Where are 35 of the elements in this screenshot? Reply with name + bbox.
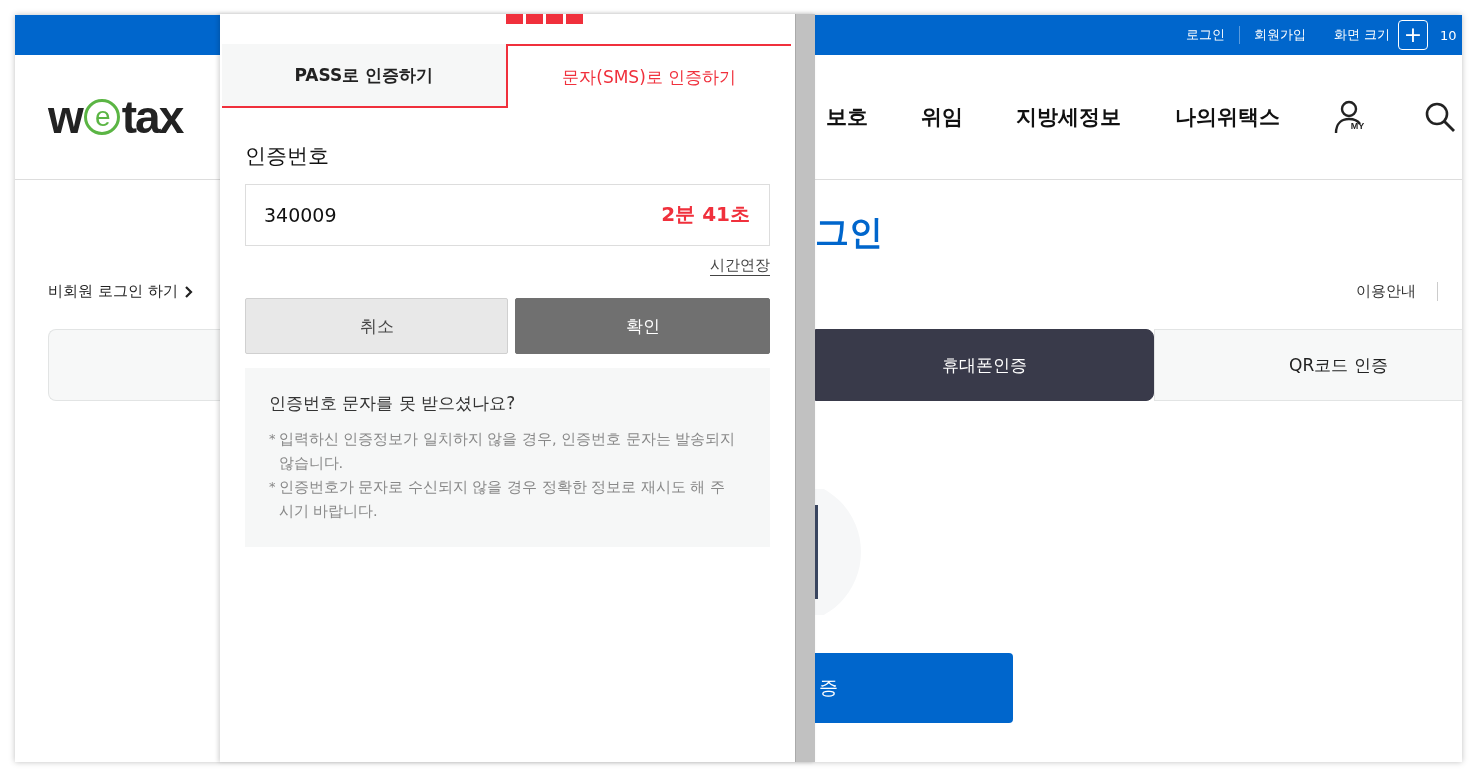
nav-item[interactable]: 보호 — [826, 103, 868, 131]
scrollbar[interactable] — [795, 14, 815, 762]
top-link[interactable]: 회원가입 — [1239, 26, 1320, 44]
my-label: MY — [1350, 121, 1365, 131]
auth-method-tab[interactable]: 문자(SMS)로 인증하기 — [505, 44, 791, 108]
nonmember-login-link[interactable]: 비회원 로그인 하기 — [48, 282, 193, 301]
nav-item[interactable]: 지방세정보 — [1016, 103, 1122, 131]
page-title: 그인 — [815, 211, 884, 254]
font-size-label: 화면 크기 — [1333, 26, 1390, 44]
chevron-right-icon — [183, 284, 193, 299]
guide-link[interactable]: 이용안내 — [1356, 282, 1438, 301]
help-note: 인증번호가 문자로 수신되지 않을 경우 정확한 정보로 재시도 해 주시기 바랍니다. — [278, 478, 726, 521]
auth-tab[interactable]: 휴대폰인증 — [815, 329, 1154, 401]
phone-auth-button[interactable]: 증 — [815, 653, 1013, 723]
cancel-button[interactable]: 취소 — [245, 298, 508, 354]
my-page-button[interactable]: MY — [1332, 99, 1371, 135]
wetax-logo[interactable]: w e tax — [48, 90, 220, 144]
auth-tab[interactable] — [48, 329, 220, 401]
auth-method-tab[interactable]: PASS로 인증하기 — [222, 44, 506, 108]
countdown-timer: 2분 41초 — [661, 201, 750, 228]
note-marker: * — [269, 430, 276, 448]
pass-logo-icon — [506, 14, 584, 24]
top-link[interactable]: 로그인 — [1171, 26, 1239, 44]
confirm-button[interactable]: 확인 — [515, 298, 770, 354]
help-title: 인증번호 문자를 못 받으셨나요? — [269, 392, 517, 415]
field-label: 인증번호 — [245, 143, 330, 170]
note-marker: * — [269, 478, 276, 496]
help-note: 입력하신 인증정보가 일치하지 않을 경우, 인증번호 문자는 발송되지 않습니다. — [278, 430, 736, 473]
nav-item[interactable]: 위임 — [921, 103, 964, 131]
extend-time-link[interactable]: 시간연장 — [710, 256, 770, 276]
zoom-in-button[interactable]: + — [1398, 20, 1428, 50]
search-icon[interactable] — [1423, 101, 1456, 133]
zoom-value: 10 — [1440, 27, 1458, 43]
nav-item[interactable]: 나의위택스 — [1174, 103, 1280, 131]
auth-tab[interactable]: QR코드 인증 — [1154, 329, 1462, 401]
